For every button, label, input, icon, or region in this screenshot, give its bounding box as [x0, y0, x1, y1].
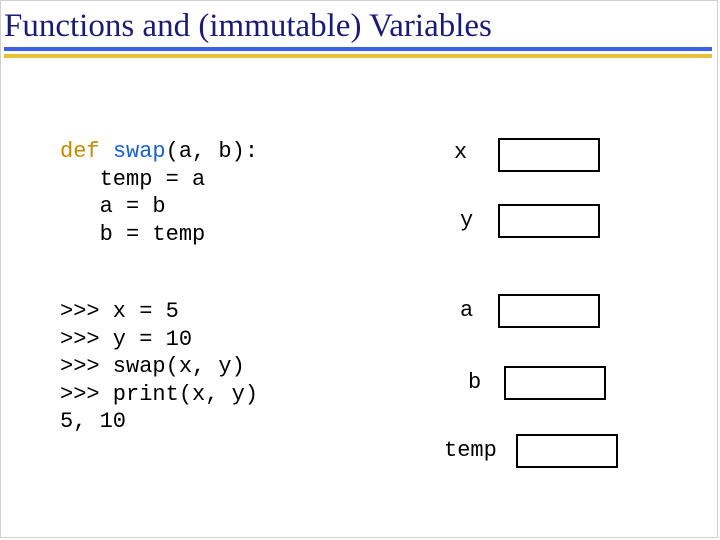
function-name: swap [113, 139, 166, 164]
code-def-block: def swap(a, b): temp = a a = b b = temp [60, 138, 258, 248]
title-underline [0, 47, 720, 58]
signature-rest: (a, b): [166, 139, 258, 164]
code-line-a: a = b [60, 194, 166, 219]
repl-output: 5, 10 [60, 409, 126, 434]
var-label-a: a [460, 298, 473, 323]
code-repl-block: >>> x = 5 >>> y = 10 >>> swap(x, y) >>> … [60, 298, 258, 436]
code-line-b: b = temp [60, 222, 205, 247]
var-box-x [498, 138, 600, 172]
slide-title: Functions and (immutable) Variables [0, 0, 720, 45]
repl-line-3: >>> swap(x, y) [60, 354, 245, 379]
keyword-def: def [60, 139, 100, 164]
var-box-y [498, 204, 600, 238]
var-box-a [498, 294, 600, 328]
var-label-y: y [460, 208, 473, 233]
var-label-x: x [454, 140, 467, 165]
repl-line-1: >>> x = 5 [60, 299, 179, 324]
var-label-b: b [468, 370, 481, 395]
var-box-temp [516, 434, 618, 468]
code-line-temp: temp = a [60, 167, 205, 192]
var-label-temp: temp [444, 438, 497, 463]
repl-line-2: >>> y = 10 [60, 327, 192, 352]
repl-line-4: >>> print(x, y) [60, 382, 258, 407]
var-box-b [504, 366, 606, 400]
